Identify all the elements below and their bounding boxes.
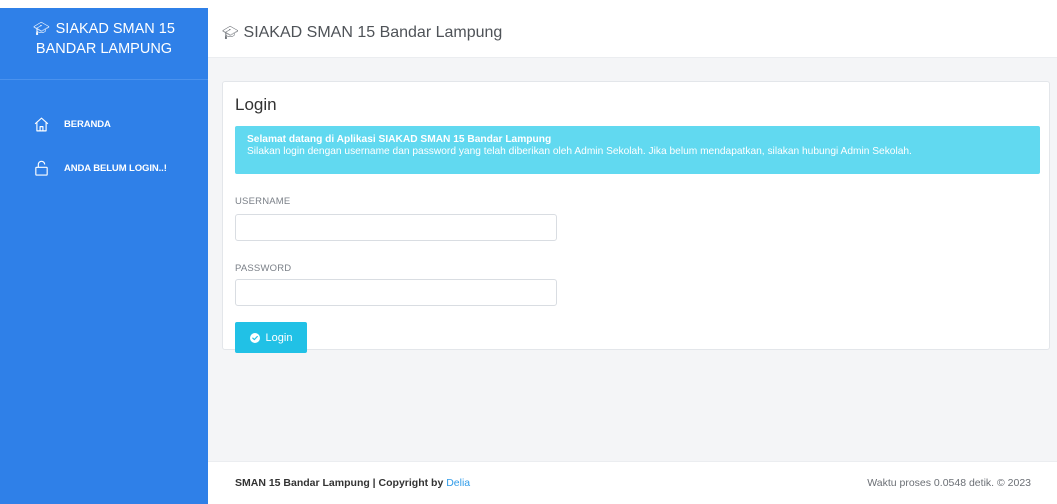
- username-input[interactable]: [235, 214, 557, 241]
- welcome-alert: Selamat datang di Aplikasi SIAKAD SMAN 1…: [235, 126, 1040, 174]
- password-label: PASSWORD: [235, 263, 292, 274]
- page-footer: SMAN 15 Bandar Lampung | Copyright by De…: [208, 461, 1057, 504]
- password-input[interactable]: [235, 279, 557, 306]
- login-button[interactable]: Login: [235, 322, 307, 353]
- page-title: SIAKAD SMAN 15 Bandar Lampung: [243, 23, 503, 41]
- footer-process-time: Waktu proses 0.0548 detik. © 2023: [867, 477, 1031, 489]
- brand-title-1: SIAKAD SMAN 15: [55, 21, 175, 37]
- footer-copyright: SMAN 15 Bandar Lampung | Copyright by De…: [235, 477, 470, 489]
- brand-title-2: BANDAR LAMPUNG: [35, 41, 173, 57]
- login-title: Login: [235, 95, 277, 114]
- sidebar-nav: BERANDA ANDA BELUM LOGIN..!: [0, 80, 208, 190]
- sidebar-item-login-status[interactable]: ANDA BELUM LOGIN..!: [0, 146, 208, 190]
- sidebar: 🎓︎ SIAKAD SMAN 15 BANDAR LAMPUNG BERANDA: [0, 8, 208, 504]
- alert-text: Silakan login dengan username dan passwo…: [247, 146, 912, 157]
- brand-line-1: 🎓︎ SIAKAD SMAN 15: [0, 19, 208, 39]
- footer-copyright-text: SMAN 15 Bandar Lampung | Copyright by: [235, 477, 447, 489]
- page-header: 🎓︎ SIAKAD SMAN 15 Bandar Lampung: [208, 8, 1057, 58]
- footer-author-link[interactable]: Delia: [446, 477, 470, 489]
- main-content: 🎓︎ SIAKAD SMAN 15 Bandar Lampung Login S…: [208, 8, 1057, 504]
- sidebar-item-label: ANDA BELUM LOGIN..!: [64, 162, 167, 174]
- check-circle-icon: [249, 332, 260, 343]
- graduation-cap-icon: 🎓︎: [222, 24, 239, 40]
- login-button-label: Login: [265, 331, 293, 344]
- alert-title: Selamat datang di Aplikasi SIAKAD SMAN 1…: [247, 134, 552, 145]
- top-border: [0, 0, 1057, 8]
- sidebar-brand[interactable]: 🎓︎ SIAKAD SMAN 15 BANDAR LAMPUNG: [0, 8, 208, 80]
- home-icon: [32, 115, 50, 133]
- username-label: USERNAME: [235, 196, 291, 207]
- login-card: Login Selamat datang di Aplikasi SIAKAD …: [222, 81, 1050, 353]
- graduation-cap-icon: 🎓︎: [33, 21, 50, 36]
- sidebar-item-beranda[interactable]: BERANDA: [0, 102, 208, 146]
- sidebar-item-label: BERANDA: [64, 118, 111, 130]
- unlock-icon: [32, 159, 50, 177]
